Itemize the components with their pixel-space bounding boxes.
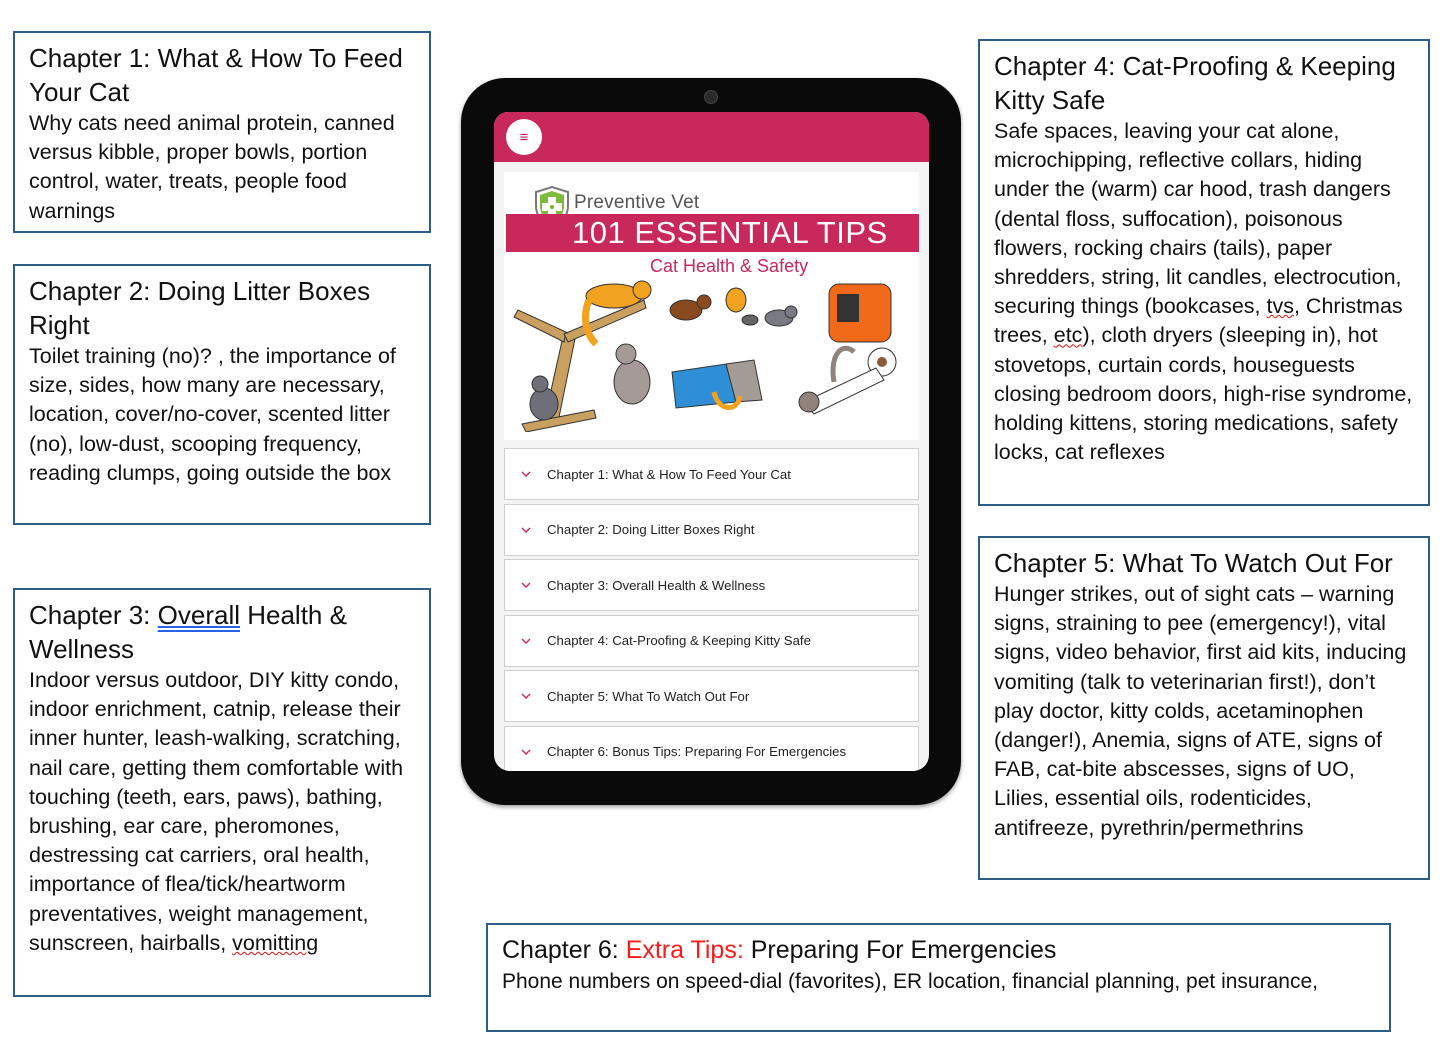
chevron-down-icon — [505, 749, 547, 755]
accordion-item-chapter-3[interactable]: Chapter 3: Overall Health & Wellness — [504, 559, 919, 611]
callout-chapter-5: Chapter 5: What To Watch Out For Hunger … — [978, 536, 1430, 880]
accordion-item-label: Chapter 2: Doing Litter Boxes Right — [547, 522, 755, 537]
title-prefix: Chapter 3: — [29, 600, 158, 630]
body-text: Indoor versus outdoor, DIY kitty condo, … — [29, 668, 404, 955]
brand-name: Preventive Vet — [574, 192, 700, 213]
cat-in-box-illustration — [671, 359, 763, 410]
callout-title: Chapter 5: What To Watch Out For — [994, 548, 1393, 578]
grammar-flagged-word: Overall — [157, 600, 240, 630]
callout-title: Chapter 3: Overall Health & Wellness — [29, 598, 415, 666]
chevron-down-icon — [505, 693, 547, 699]
accordion-item-label: Chapter 4: Cat-Proofing & Keeping Kitty … — [547, 633, 811, 648]
callout-chapter-4: Chapter 4: Cat-Proofing & Keeping Kitty … — [978, 39, 1430, 506]
cats-illustration — [513, 280, 897, 432]
misspelled-word: vomitting — [232, 930, 319, 955]
gray-cat-illustration — [529, 343, 651, 421]
callout-title: Chapter 6: Extra Tips: Preparing For Eme… — [502, 933, 1375, 967]
menu-button[interactable]: ≡ — [506, 119, 542, 155]
chapter-accordion: Chapter 1: What & How To Feed Your Cat C… — [504, 448, 919, 771]
camera-icon — [704, 90, 718, 104]
callout-title: Chapter 2: Doing Litter Boxes Right — [29, 276, 371, 340]
cover-title: 101 ESSENTIAL TIPS — [572, 215, 888, 250]
accordion-item-label: Chapter 1: What & How To Feed Your Cat — [547, 466, 791, 482]
cat-carrier-illustration — [828, 283, 892, 343]
chevron-down-icon — [505, 582, 547, 588]
chevron-down-icon — [505, 471, 547, 477]
chevron-down-icon — [505, 527, 547, 533]
accordion-item-chapter-6[interactable]: Chapter 6: Bonus Tips: Preparing For Eme… — [504, 725, 919, 771]
callout-chapter-3: Chapter 3: Overall Health & Wellness Ind… — [13, 588, 431, 997]
callout-body: Hunger strikes, out of sight cats – warn… — [994, 582, 1407, 840]
accordion-item-label: Chapter 6: Bonus Tips: Preparing For Eme… — [547, 744, 847, 759]
chevron-down-icon — [505, 638, 547, 644]
misspelled-word: etc — [1053, 323, 1083, 348]
app-header: ≡ — [494, 112, 929, 162]
callout-chapter-2: Chapter 2: Doing Litter Boxes Right Toil… — [13, 264, 431, 525]
callout-body: Phone numbers on speed-dial (favorites),… — [502, 970, 1318, 993]
callout-body: Toilet training (no)? , the importance o… — [29, 344, 396, 485]
callout-body: Indoor versus outdoor, DIY kitty condo, … — [29, 666, 415, 958]
callout-title: Chapter 1: What & How To Feed Your Cat — [29, 43, 403, 107]
accordion-item-label: Chapter 3: Overall Health & Wellness — [547, 577, 766, 593]
misspelled-word: tvs — [1266, 294, 1294, 319]
accordion-item-chapter-5[interactable]: Chapter 5: What To Watch Out For — [504, 670, 919, 722]
accordion-item-chapter-2[interactable]: Chapter 2: Doing Litter Boxes Right — [504, 503, 919, 556]
title-suffix: Preparing For Emergencies — [743, 936, 1057, 964]
title-highlight: Extra Tips: — [625, 936, 744, 964]
callout-title: Chapter 4: Cat-Proofing & Keeping Kitty … — [994, 51, 1396, 115]
toilet-paper-cat-illustration — [798, 345, 897, 415]
callout-body: Why cats need animal protein, canned ver… — [29, 111, 395, 223]
callout-chapter-1: Chapter 1: What & How To Feed Your Cat W… — [13, 31, 431, 233]
cover-banner: Preventive Vet 101 ESSENTIAL TIPS Cat He… — [504, 172, 919, 440]
tablet-screen: ≡ Preventive Vet 101 ESSENTIAL TIPS Cat … — [494, 112, 929, 771]
playing-cats-illustration — [669, 287, 798, 327]
accordion-item-chapter-4[interactable]: Chapter 4: Cat-Proofing & Keeping Kitty … — [504, 614, 919, 667]
title-prefix: Chapter 6: — [502, 936, 626, 964]
tablet-device: ≡ Preventive Vet 101 ESSENTIAL TIPS Cat … — [461, 78, 961, 805]
hamburger-menu-icon: ≡ — [519, 128, 529, 146]
body-text: Safe spaces, leaving your cat alone, mic… — [994, 119, 1402, 319]
accordion-item-label: Chapter 5: What To Watch Out For — [547, 688, 750, 704]
accordion-item-chapter-1[interactable]: Chapter 1: What & How To Feed Your Cat — [504, 448, 919, 500]
callout-chapter-6: Chapter 6: Extra Tips: Preparing For Eme… — [486, 923, 1391, 1032]
callout-body: Safe spaces, leaving your cat alone, mic… — [994, 117, 1414, 467]
